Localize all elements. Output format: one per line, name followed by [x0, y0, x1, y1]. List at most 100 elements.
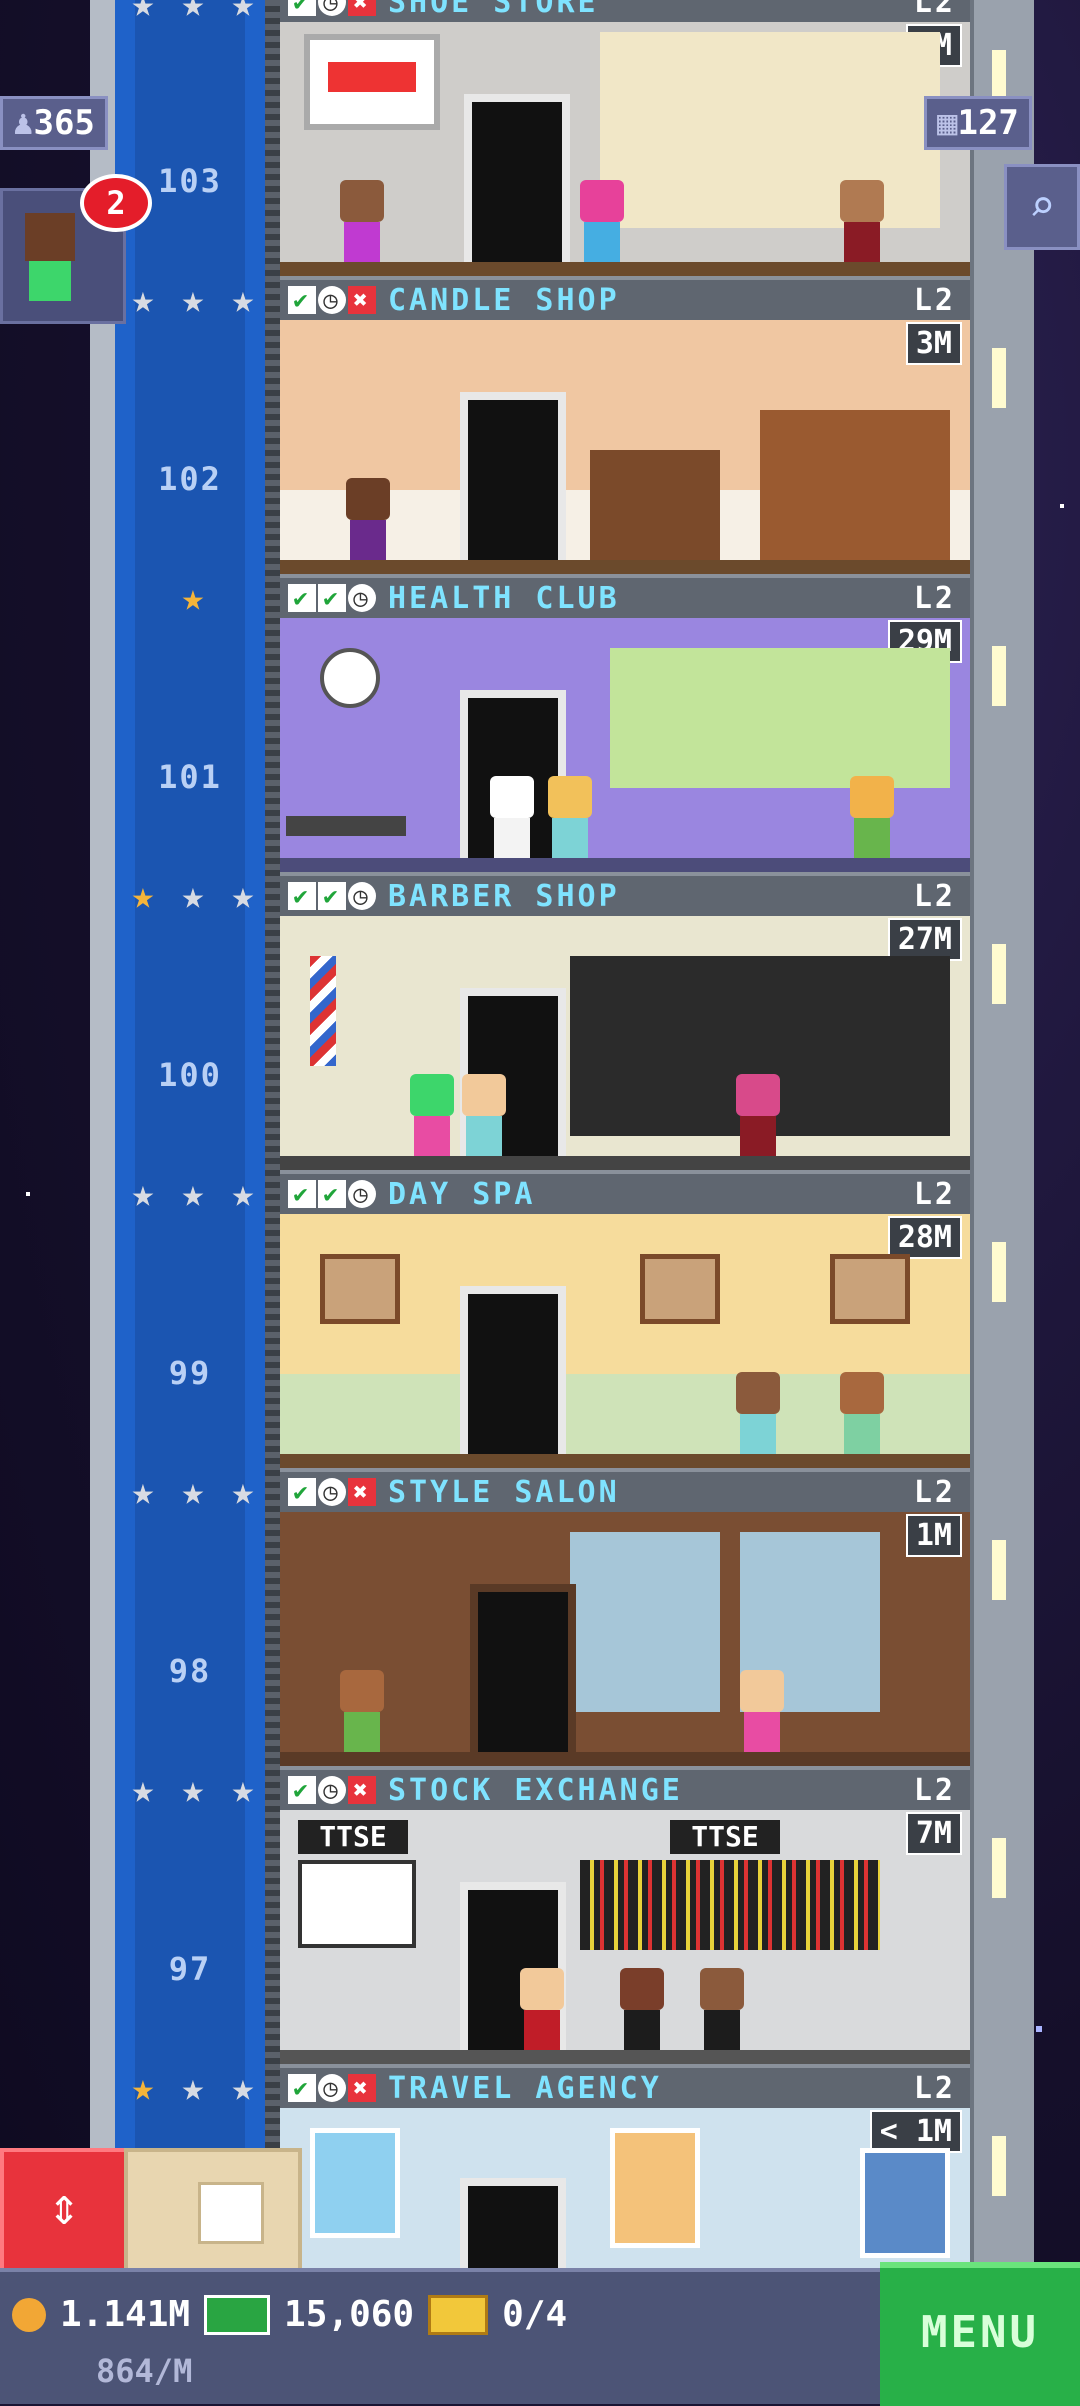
- silver-star-icon: ★: [181, 2065, 205, 2109]
- floor-rating: ★ ★ ★: [118, 876, 268, 914]
- silver-star-icon: ★: [231, 0, 255, 25]
- box-icon: [198, 2182, 264, 2244]
- silver-star-icon: ★: [181, 1171, 205, 1215]
- population-counter[interactable]: ♟365: [0, 96, 108, 150]
- stock-chart-screen: [298, 1860, 416, 1948]
- restock-time-badge: 27M: [887, 918, 962, 961]
- floor-level: L2: [913, 0, 956, 20]
- bux-icon: [204, 2294, 271, 2335]
- shop-door: [460, 2178, 566, 2268]
- floor-style-salon[interactable]: ✔ ◷ ✖ STYLE SALON L2 1M: [280, 1468, 970, 1770]
- ticket-icon: [428, 2294, 489, 2335]
- floor-status: ✔ ✔ ◷: [288, 1180, 376, 1208]
- floors-value: 127: [957, 103, 1019, 143]
- wall-lamp: [992, 646, 1006, 706]
- floor-name: STOCK EXCHANGE: [388, 1772, 683, 1808]
- floor-travel-agency[interactable]: ✔ ◷ ✖ TRAVEL AGENCY L2 < 1M: [280, 2064, 970, 2268]
- person: [736, 1074, 780, 1156]
- floor-level: L2: [913, 1176, 956, 1212]
- snowman-visitor: [490, 776, 534, 858]
- floors-counter[interactable]: ▦127: [924, 96, 1032, 150]
- floor-rating: ★: [118, 578, 268, 616]
- floor-header: ✔ ✔ ◷ BARBER SHOP L2: [280, 872, 970, 916]
- silver-star-icon: ★: [231, 873, 255, 917]
- wall-picture: [320, 1254, 400, 1324]
- floor-stock-exchange[interactable]: ✔ ◷ ✖ STOCK EXCHANGE L2 7M TTSE TTSE: [280, 1766, 970, 2068]
- floor-header: ✔ ◷ ✖ STOCK EXCHANGE L2: [280, 1766, 970, 1810]
- floor-level: L2: [913, 1772, 956, 1808]
- ttse-sign: TTSE: [670, 1820, 780, 1854]
- clock-icon: ◷: [318, 1776, 346, 1804]
- floor-status: ✔ ◷ ✖: [288, 1776, 376, 1804]
- silver-star-icon: ★: [231, 1469, 255, 1513]
- floor-rating: ★ ★ ★: [118, 2068, 268, 2106]
- candle-table: [590, 450, 720, 560]
- floor-level: L2: [913, 878, 956, 914]
- person: [410, 1074, 454, 1156]
- floor-day-spa[interactable]: ✔ ✔ ◷ DAY SPA L2 28M: [280, 1170, 970, 1472]
- person: [850, 776, 894, 858]
- x-icon: ✖: [348, 1478, 376, 1506]
- floor-health-club[interactable]: ✔ ✔ ◷ HEALTH CLUB L2 29M: [280, 574, 970, 876]
- floor-candle-shop[interactable]: ✔ ◷ ✖ CANDLE SHOP L2 3M: [280, 276, 970, 578]
- floor-status: ✔ ◷ ✖: [288, 1478, 376, 1506]
- floor-status: ✔ ◷ ✖: [288, 0, 376, 16]
- silver-star-icon: ★: [181, 277, 205, 321]
- barber-pole: [310, 956, 336, 1066]
- shoe-sign: [304, 34, 440, 130]
- wall-lamp: [992, 348, 1006, 408]
- floor-level: L2: [913, 1474, 956, 1510]
- wall-picture: [830, 1254, 910, 1324]
- floor-name: DAY SPA: [388, 1176, 536, 1212]
- silver-star-icon: ★: [131, 1767, 155, 1811]
- shop-door: [460, 1286, 566, 1454]
- floor-rating: ★ ★ ★: [118, 1472, 268, 1510]
- travel-poster: [310, 2128, 400, 2238]
- floor-number: 100: [158, 1056, 222, 1094]
- check-icon: ✔: [288, 584, 316, 612]
- floor-room: 28M: [280, 1214, 970, 1472]
- check-icon: ✔: [288, 882, 316, 910]
- floor-room: 7M TTSE TTSE: [280, 1810, 970, 2068]
- clock-icon: ◷: [348, 1180, 376, 1208]
- visitor-avatar: [25, 213, 75, 261]
- coin-icon: [12, 2297, 46, 2332]
- gold-star-icon: ★: [131, 2065, 155, 2109]
- clock-icon: ◷: [318, 0, 346, 16]
- floor-header: ✔ ✔ ◷ HEALTH CLUB L2: [280, 574, 970, 618]
- menu-button[interactable]: MENU: [880, 2262, 1080, 2406]
- build-floor-button[interactable]: [124, 2148, 302, 2276]
- floor-number: 101: [158, 758, 222, 796]
- search-icon[interactable]: ⌕: [1004, 164, 1080, 250]
- tower-right-wall: [970, 0, 1034, 2270]
- floor-rating: ★ ★ ★: [118, 280, 268, 318]
- floor-shoe-store[interactable]: ✔◷✖ SHOE STORE L2 7M: [280, 0, 970, 280]
- wall-lamp: [992, 1242, 1006, 1302]
- person: [700, 1968, 744, 2050]
- elevator-button[interactable]: ⇕: [0, 2148, 128, 2276]
- clock-icon: ◷: [348, 584, 376, 612]
- person: [520, 1968, 564, 2050]
- wall-lamp: [992, 2136, 1006, 2196]
- coins-value: 1.141M: [60, 2294, 191, 2335]
- floor-number: 98: [168, 1652, 212, 1690]
- travel-poster: [860, 2148, 950, 2258]
- tickets-value: 0/4: [502, 2294, 568, 2335]
- building-icon: ▦: [937, 103, 958, 143]
- floor-header: ✔ ◷ ✖ SHOE STORE L2: [280, 0, 970, 22]
- clock-icon: ◷: [348, 882, 376, 910]
- check-icon: ✔: [288, 1478, 316, 1506]
- floor-barber-shop[interactable]: ✔ ✔ ◷ BARBER SHOP L2 27M: [280, 872, 970, 1174]
- silver-star-icon: ★: [181, 0, 205, 25]
- restock-time-badge: 7M: [905, 1812, 962, 1855]
- floor-name: BARBER SHOP: [388, 878, 620, 914]
- floor-room: 29M: [280, 618, 970, 876]
- silver-star-icon: ★: [131, 0, 155, 25]
- wall-lamp: [992, 1838, 1006, 1898]
- notification-badge[interactable]: 2: [80, 174, 152, 232]
- floor-room: 27M: [280, 916, 970, 1174]
- floor-header: ✔ ◷ ✖ CANDLE SHOP L2: [280, 276, 970, 320]
- star-icon: [1060, 504, 1064, 508]
- check-icon: ✔: [288, 0, 316, 16]
- restock-time-badge: 28M: [887, 1216, 962, 1259]
